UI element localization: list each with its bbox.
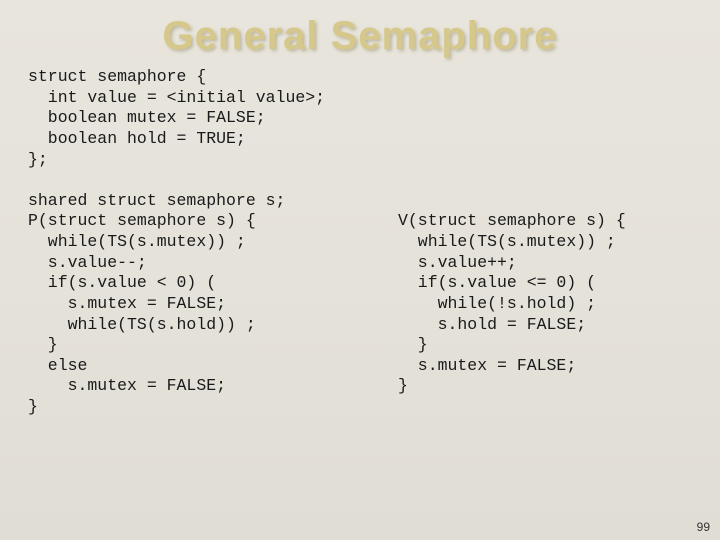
struct-definition: struct semaphore { int value = <initial … (0, 67, 720, 211)
slide-title: General Semaphore (0, 0, 720, 67)
code-columns: P(struct semaphore s) { while(TS(s.mutex… (0, 211, 720, 417)
v-function-code: V(struct semaphore s) { while(TS(s.mutex… (398, 211, 626, 417)
p-function-code: P(struct semaphore s) { while(TS(s.mutex… (28, 211, 368, 417)
page-number: 99 (697, 520, 710, 534)
